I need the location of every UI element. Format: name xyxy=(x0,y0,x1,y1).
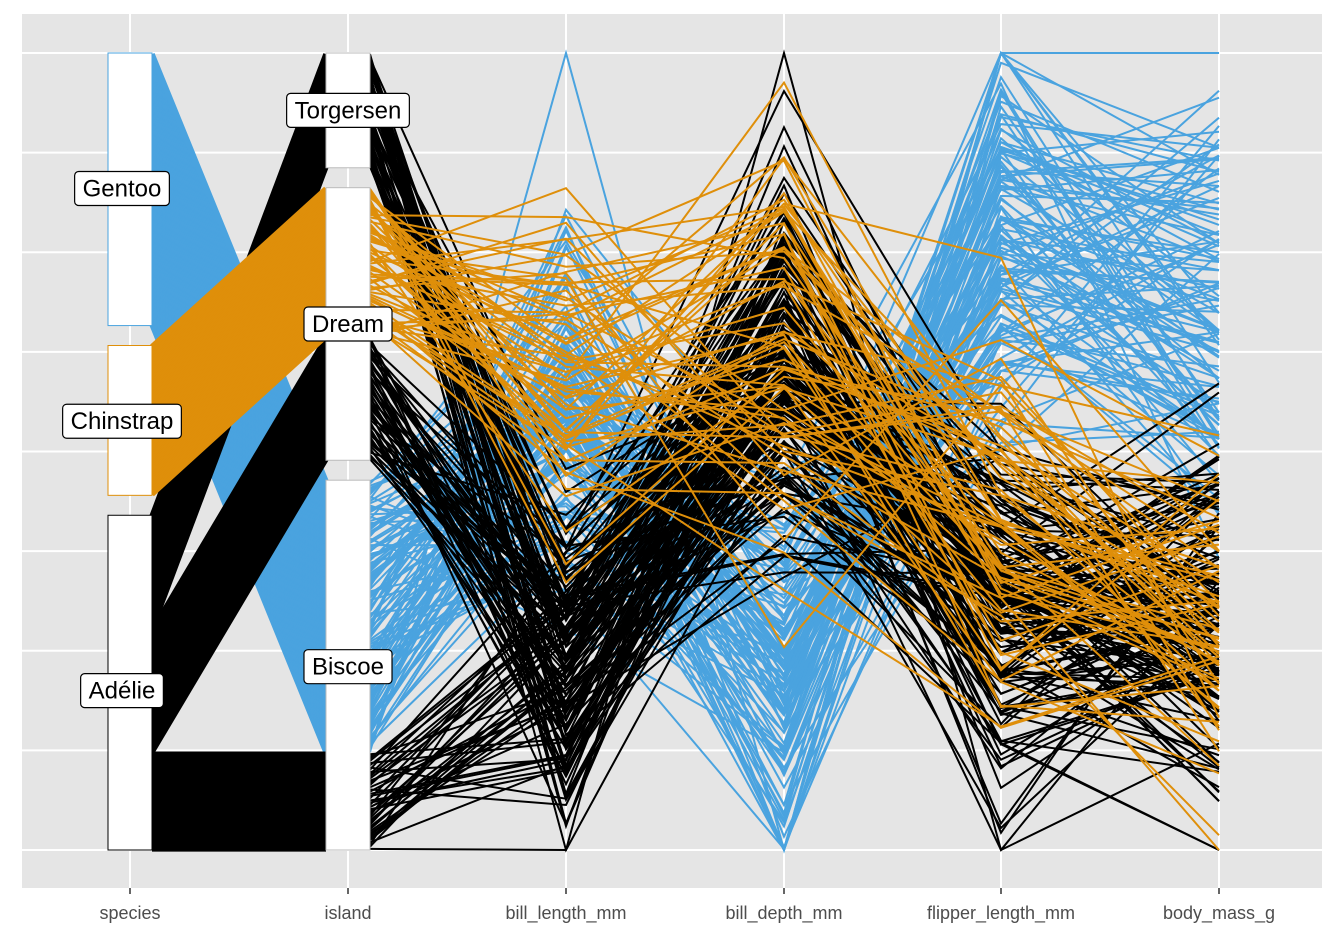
x-tick-label-bill-depth-mm: bill_depth_mm xyxy=(725,903,842,924)
species-label-gentoo: Gentoo xyxy=(74,170,170,207)
x-tick-label-species: species xyxy=(99,903,160,923)
species-label-adelie-text: Adélie xyxy=(89,678,156,705)
island-label-torgersen: Torgersen xyxy=(286,92,410,128)
species-label-chinstrap-text: Chinstrap xyxy=(71,408,174,435)
island-label-biscoe-text: Biscoe xyxy=(312,654,384,681)
species-label-adelie: Adélie xyxy=(80,672,164,709)
island-label-torgersen-text: Torgersen xyxy=(295,97,402,124)
x-axis: species island bill_length_mm bill_depth_mm… xyxy=(99,888,1275,924)
species-label-chinstrap: Chinstrap xyxy=(62,403,182,439)
parallel-coordinates-chart: Adélie Chinstrap Gentoo Biscoe Dream Torgerse… xyxy=(22,14,1322,924)
x-tick-label-body-mass-g: body_mass_g xyxy=(1163,903,1275,924)
island-label-dream: Dream xyxy=(303,306,393,342)
x-tick-label-bill-length-mm: bill_length_mm xyxy=(505,903,626,924)
x-tick-label-flipper-length-mm: flipper_length_mm xyxy=(927,903,1075,924)
species-label-gentoo-text: Gentoo xyxy=(83,175,162,202)
island-label-dream-text: Dream xyxy=(312,311,384,338)
island-label-biscoe: Biscoe xyxy=(303,649,393,685)
x-tick-label-island: island xyxy=(324,903,371,923)
